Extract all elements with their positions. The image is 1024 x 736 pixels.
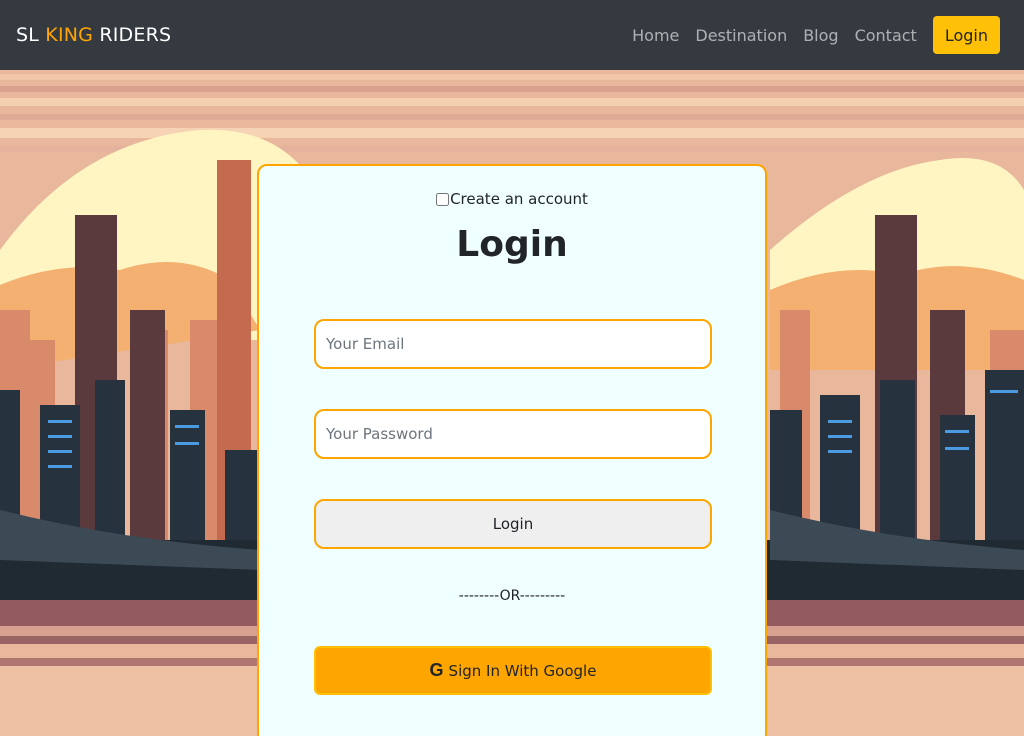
navbar: SL KING RIDERS Home Destination Blog Con… [0, 0, 1024, 70]
nav-link-destination[interactable]: Destination [695, 26, 787, 45]
google-icon: G [429, 660, 444, 680]
brand-suffix: RIDERS [93, 24, 172, 46]
create-account-checkbox[interactable] [436, 192, 450, 206]
nav-links: Home Destination Blog Contact Login [616, 16, 1000, 54]
login-title: Login [456, 224, 568, 265]
nav-login-button[interactable]: Login [932, 16, 1000, 54]
login-submit-button[interactable]: Login [314, 499, 712, 549]
create-account-label: Create an account [450, 190, 588, 208]
password-field[interactable] [314, 409, 712, 459]
create-account-row[interactable]: Create an account [259, 190, 765, 208]
email-field[interactable] [314, 319, 712, 369]
nav-link-blog[interactable]: Blog [803, 26, 838, 45]
nav-link-contact[interactable]: Contact [855, 26, 917, 45]
brand-logo[interactable]: SL KING RIDERS [16, 24, 171, 46]
login-card: Create an account Login Login --------OR… [257, 164, 767, 736]
brand-prefix: SL [16, 24, 46, 46]
or-separator: --------OR--------- [458, 588, 566, 604]
nav-link-home[interactable]: Home [632, 26, 679, 45]
google-signin-label: Sign In With Google [448, 661, 597, 680]
google-signin-button[interactable]: G Sign In With Google [314, 646, 712, 695]
brand-highlight: KING [45, 24, 94, 46]
